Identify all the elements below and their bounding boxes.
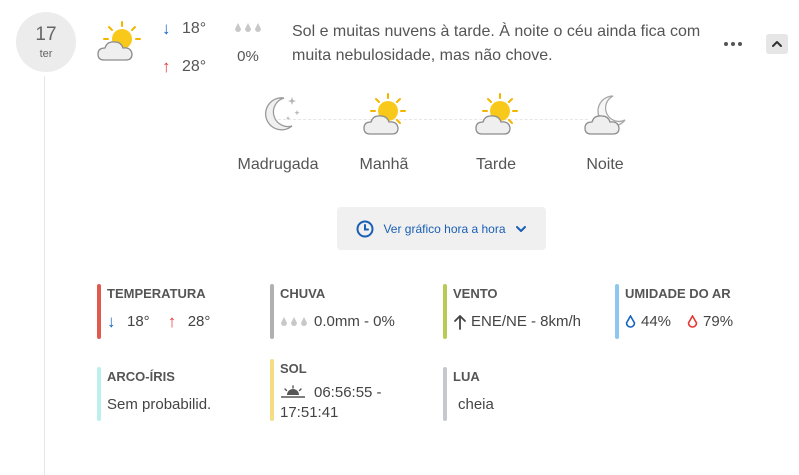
card-value: 0.0mm - 0%: [280, 312, 440, 332]
date-badge: 17 ter: [16, 12, 76, 72]
temperature-summary: ↓ 18° ↑ 28°: [162, 17, 206, 79]
arrow-up-icon: ↑: [162, 57, 171, 76]
humidity-max: 79%: [703, 313, 734, 330]
card-title: SOL: [280, 361, 307, 376]
humidity-drop-icon: [625, 315, 636, 328]
temperature-card: TEMPERATURA ↓ 18° ↑ 28°: [97, 284, 267, 339]
rain-drops-icon: [234, 23, 262, 34]
wind-card: VENTO ENE/NE - 8km/h: [443, 284, 613, 339]
card-accent-bar: [270, 359, 274, 421]
rain-card: CHUVA 0.0mm - 0%: [270, 284, 440, 339]
chevron-up-icon: [772, 41, 782, 47]
clock-icon: [356, 220, 374, 237]
hourly-chart-button[interactable]: Ver gráfico hora a hora: [337, 207, 546, 250]
date-day: 17: [35, 24, 57, 45]
card-value: 44% 79%: [625, 312, 795, 332]
card-title: CHUVA: [280, 286, 326, 301]
card-title: TEMPERATURA: [107, 286, 206, 301]
temperature-min: 18°: [127, 313, 150, 330]
sun-behind-cloud-icon: [96, 20, 142, 64]
sun-cloud-icon: [475, 93, 518, 135]
sun-cloud-icon: [363, 93, 406, 135]
rainbow-card: ARCO-ÍRIS Sem probabilid.: [97, 367, 267, 421]
moon-card: LUA cheia: [443, 367, 613, 421]
arrow-down-icon: ↓: [162, 19, 171, 38]
collapse-button[interactable]: [766, 34, 788, 54]
sunrise-icon: [281, 385, 305, 398]
chevron-down-icon: [515, 225, 526, 232]
min-temperature: 18°: [182, 20, 207, 37]
period-manha: Manhã: [334, 92, 434, 174]
humidity-drop-icon: [687, 315, 698, 328]
period-label: Manhã: [359, 156, 409, 173]
period-tarde: Tarde: [446, 92, 546, 174]
card-title: UMIDADE DO AR: [625, 286, 731, 301]
card-accent-bar: [270, 284, 274, 339]
sun-card: SOL 06:56:55 - 17:51:41: [270, 359, 440, 421]
timeline-rule: [44, 76, 45, 475]
arrow-up-icon: ↑: [167, 312, 177, 331]
rainbow-value: Sem probabilid.: [107, 396, 212, 413]
day-periods: Madrugada Manhã Tarde Noite: [228, 92, 648, 182]
temperature-max: 28°: [187, 313, 211, 330]
period-label: Madrugada: [237, 156, 319, 173]
period-madrugada: Madrugada: [228, 92, 328, 174]
period-noite: Noite: [555, 92, 655, 174]
period-label: Tarde: [475, 156, 517, 173]
card-value: 06:56:55 - 17:51:41: [280, 383, 440, 423]
rain-drops-icon: [280, 316, 308, 328]
card-accent-bar: [615, 284, 619, 339]
more-options-button[interactable]: [720, 34, 746, 54]
card-title: LUA: [453, 369, 480, 384]
card-value: ENE/NE - 8km/h: [453, 312, 613, 332]
hourly-chart-label: Ver gráfico hora a hora: [383, 221, 506, 236]
card-value: ↓ 18° ↑ 28°: [107, 312, 267, 332]
card-title: ARCO-ÍRIS: [107, 369, 175, 384]
moon-cloud-icon: [584, 95, 626, 135]
date-weekday: ter: [39, 48, 53, 60]
card-accent-bar: [443, 367, 447, 421]
max-temperature: 28°: [182, 58, 207, 75]
card-title: VENTO: [453, 286, 498, 301]
rain-value: 0.0mm - 0%: [314, 313, 395, 330]
rain-probability: 0%: [237, 48, 259, 65]
period-label: Noite: [586, 156, 624, 173]
moon-phase: cheia: [458, 396, 494, 413]
moon-stars-cloud-icon: [265, 97, 300, 131]
humidity-card: UMIDADE DO AR 44% 79%: [615, 284, 795, 339]
wind-direction-arrow-icon: [454, 315, 466, 330]
arrow-down-icon: ↓: [107, 312, 116, 331]
card-accent-bar: [443, 284, 447, 339]
card-accent-bar: [97, 367, 101, 421]
wind-value: ENE/NE - 8km/h: [471, 313, 582, 330]
forecast-description: Sol e muitas nuvens à tarde. À noite o c…: [292, 23, 701, 64]
humidity-min: 44%: [641, 313, 672, 330]
rain-summary: 0%: [232, 21, 264, 65]
card-accent-bar: [97, 284, 101, 339]
